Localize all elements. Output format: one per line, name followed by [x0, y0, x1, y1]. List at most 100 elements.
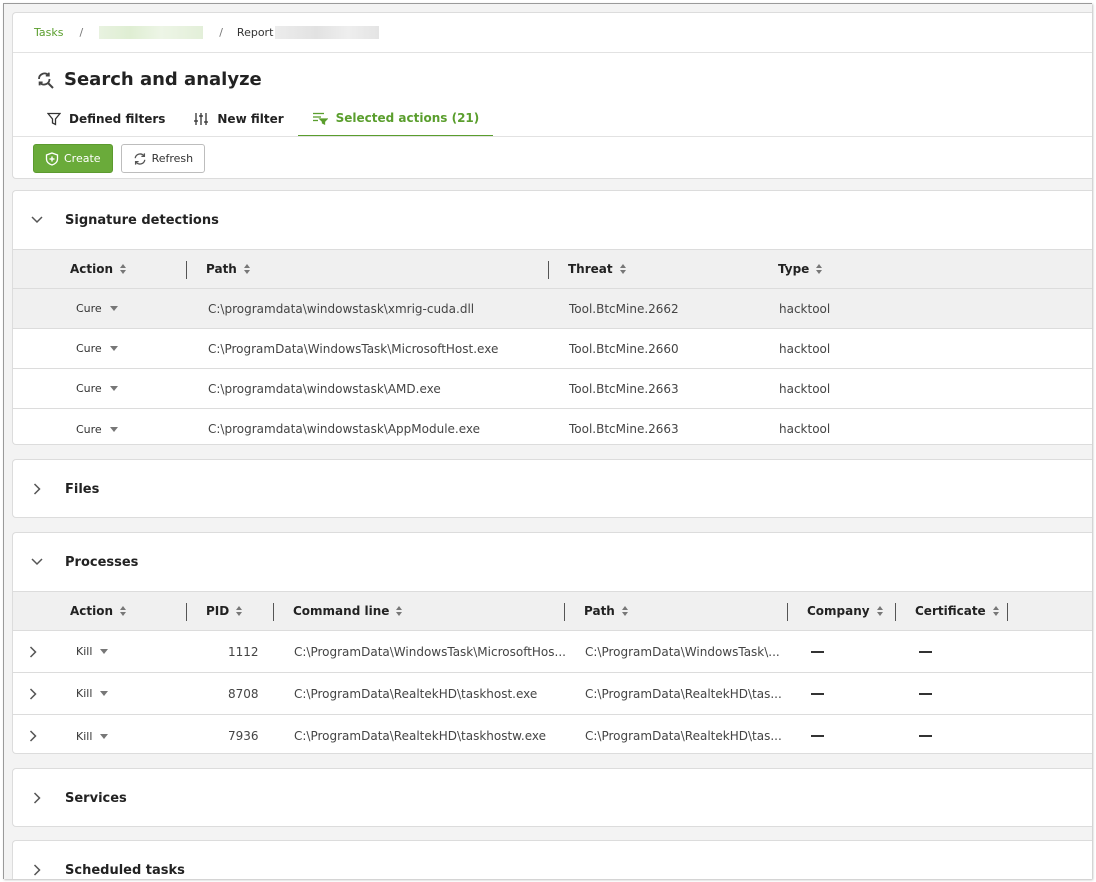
company-empty-dash	[811, 631, 824, 672]
breadcrumb-report: Report	[236, 26, 274, 39]
section-header[interactable]: Services	[13, 769, 1092, 826]
company-empty-dash	[811, 673, 824, 714]
chevron-right-icon[interactable]	[29, 673, 37, 714]
breadcrumb-redacted-item[interactable]	[99, 26, 204, 39]
sort-icon[interactable]	[120, 606, 127, 616]
sort-icon[interactable]	[876, 606, 883, 616]
chevron-down-icon[interactable]	[30, 558, 44, 566]
column-header-command-line[interactable]: Command line	[293, 592, 403, 630]
pid-cell: 7936	[228, 729, 259, 743]
table-row[interactable]: Kill 8708 C:\ProgramData\RealtekHD\taskh…	[13, 673, 1092, 715]
sort-icon[interactable]	[619, 264, 626, 274]
signature-detections-section: Signature detections Action Path Threat …	[12, 190, 1092, 445]
chevron-right-icon[interactable]	[30, 864, 44, 876]
column-resizer[interactable]	[186, 261, 187, 279]
action-dropdown[interactable]: Kill	[76, 631, 109, 672]
chevron-down-icon	[100, 649, 109, 654]
refresh-icon	[134, 152, 146, 165]
column-label: Certificate	[915, 604, 986, 618]
chevron-down-icon	[100, 691, 109, 696]
page-title: Search and analyze	[64, 69, 262, 90]
sort-icon[interactable]	[992, 606, 999, 616]
column-label: Action	[70, 604, 114, 618]
sort-icon[interactable]	[120, 264, 127, 274]
pid-cell: 8708	[228, 686, 259, 701]
column-resizer[interactable]	[895, 603, 896, 621]
command-line-cell: C:\ProgramData\WindowsTask\MicrosoftHos.…	[294, 644, 566, 659]
sort-icon[interactable]	[396, 606, 403, 616]
action-dropdown[interactable]: Kill	[76, 673, 109, 714]
tab-label: New filter	[217, 112, 284, 126]
chevron-right-icon[interactable]	[30, 792, 44, 804]
path-cell: C:\programdata\windowstask\xmrig-cuda.dl…	[208, 301, 475, 316]
section-title: Processes	[65, 554, 139, 570]
refresh-button[interactable]: Refresh	[120, 144, 206, 173]
column-header-threat[interactable]: Threat	[568, 250, 626, 288]
column-resizer[interactable]	[787, 603, 788, 621]
chevron-down-icon	[109, 306, 118, 311]
column-label: PID	[206, 604, 230, 618]
tab-selected-actions[interactable]: Selected actions (21)	[297, 101, 494, 137]
column-header-type[interactable]: Type	[778, 250, 823, 288]
action-dropdown[interactable]: Cure	[76, 409, 118, 444]
table-row[interactable]: Kill 1112 C:\ProgramData\WindowsTask\Mic…	[13, 631, 1092, 673]
table-row[interactable]: Kill 7936 C:\ProgramData\RealtekHD\taskh…	[13, 715, 1092, 753]
sliders-icon	[194, 113, 209, 125]
column-header-path[interactable]: Path	[584, 592, 628, 630]
processes-section: Processes Action PID Command line Path C…	[12, 532, 1092, 754]
action-dropdown[interactable]: Cure	[76, 289, 118, 328]
sort-icon[interactable]	[236, 606, 243, 616]
table-header: Action Path Threat Type	[13, 249, 1092, 289]
section-header[interactable]: Scheduled tasks	[13, 841, 1092, 879]
sort-icon[interactable]	[243, 264, 250, 274]
column-resizer[interactable]	[548, 261, 549, 279]
table-row[interactable]: Cure C:\ProgramData\WindowsTask\Microsof…	[13, 329, 1092, 369]
column-header-certificate[interactable]: Certificate	[915, 592, 999, 630]
certificate-empty-dash	[919, 631, 932, 672]
path-cell: C:\ProgramData\RealtekHD\tas...	[585, 729, 782, 743]
tab-label: Defined filters	[69, 112, 166, 126]
breadcrumb-redacted-report-id	[275, 26, 380, 39]
sort-icon[interactable]	[816, 264, 823, 274]
column-resizer[interactable]	[186, 603, 187, 621]
column-header-company[interactable]: Company	[807, 592, 883, 630]
column-header-action[interactable]: Action	[70, 250, 127, 288]
column-resizer[interactable]	[564, 603, 565, 621]
tab-defined-filters[interactable]: Defined filters	[35, 101, 179, 137]
column-header-action[interactable]: Action	[70, 592, 127, 630]
column-label: Threat	[568, 262, 613, 276]
chevron-right-icon[interactable]	[29, 631, 37, 672]
tab-new-filter[interactable]: New filter	[179, 101, 297, 137]
table-row[interactable]: Cure C:\programdata\windowstask\AppModul…	[13, 409, 1092, 444]
breadcrumb-tasks-link[interactable]: Tasks	[34, 26, 63, 39]
section-title: Signature detections	[65, 212, 219, 228]
page-header: Tasks / / Report Search and analyze Defi…	[12, 12, 1092, 179]
table-row[interactable]: Cure C:\programdata\windowstask\AMD.exe …	[13, 369, 1092, 409]
action-dropdown[interactable]: Cure	[76, 369, 118, 408]
section-header[interactable]: Signature detections	[13, 191, 1092, 249]
column-header-pid[interactable]: PID	[206, 592, 243, 630]
action-value: Kill	[76, 687, 93, 700]
action-value: Cure	[76, 342, 102, 355]
chevron-right-icon[interactable]	[30, 483, 44, 495]
column-header-path[interactable]: Path	[206, 250, 250, 288]
create-button[interactable]: Create	[33, 144, 113, 173]
action-dropdown[interactable]: Cure	[76, 329, 118, 368]
table-row[interactable]: Cure C:\programdata\windowstask\xmrig-cu…	[13, 289, 1092, 329]
column-resizer[interactable]	[273, 603, 274, 621]
sort-icon[interactable]	[621, 606, 628, 616]
threat-cell: Tool.BtcMine.2662	[569, 301, 679, 316]
section-header[interactable]: Processes	[13, 533, 1092, 591]
column-label: Command line	[293, 604, 390, 618]
chevron-right-icon[interactable]	[29, 715, 37, 753]
column-resizer[interactable]	[1007, 603, 1008, 621]
certificate-empty-dash	[919, 715, 932, 753]
table-header: Action PID Command line Path Company Cer…	[13, 591, 1092, 631]
section-header[interactable]: Files	[13, 460, 1092, 517]
create-button-label: Create	[64, 152, 101, 165]
action-dropdown[interactable]: Kill	[76, 715, 109, 753]
chevron-down-icon[interactable]	[30, 216, 44, 224]
filter-list-icon	[312, 112, 328, 125]
command-line-cell: C:\ProgramData\RealtekHD\taskhostw.exe	[294, 729, 546, 743]
column-label: Action	[70, 262, 114, 276]
